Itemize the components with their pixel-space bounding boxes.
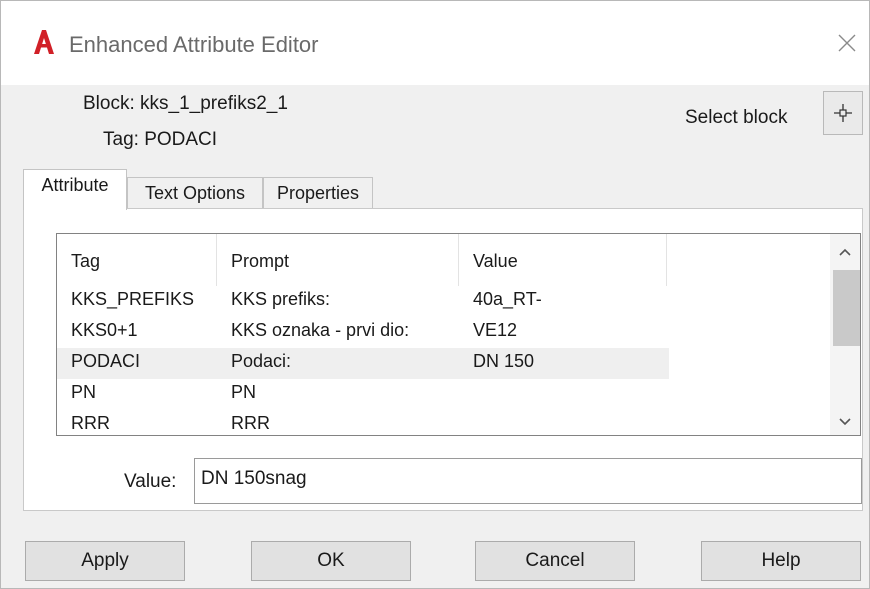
list-row[interactable]: KKS0+1 KKS oznaka - prvi dio: VE12 [57,317,669,348]
block-label: Block: [83,93,135,114]
row-prompt: PN [231,382,257,402]
close-button[interactable] [829,23,865,63]
list-row[interactable]: RRR RRR [57,410,669,435]
value-input[interactable]: DN 150snag [194,458,862,504]
list-row[interactable]: PN PN [57,379,669,410]
crosshair-pick-icon [834,104,852,122]
cancel-button[interactable]: Cancel [475,541,635,581]
tab-attribute[interactable]: Attribute [23,169,127,210]
tag-info: Tag: PODACI [103,129,217,151]
scroll-down-button[interactable] [830,410,860,434]
row-prompt: KKS prefiks: [231,289,331,309]
column-header-prompt[interactable]: Prompt [217,234,459,286]
row-tag: RRR [71,413,110,433]
block-name: kks_1_prefiks2_1 [140,93,288,114]
close-icon [838,34,856,52]
row-prompt: Podaci: [231,351,292,371]
list-header: Tag Prompt Value [57,234,677,286]
tab-properties[interactable]: Properties [263,177,373,209]
row-tag: KKS_PREFIKS [71,289,195,309]
scrollbar-thumb[interactable] [833,270,860,346]
row-prompt: RRR [231,413,270,433]
block-info: Block: kks_1_prefiks2_1 [83,93,288,115]
enhanced-attribute-editor-dialog: Enhanced Attribute Editor Block: kks_1_p… [0,0,870,589]
apply-button[interactable]: Apply [25,541,185,581]
autocad-a-icon [34,30,54,54]
value-field-label: Value: [124,471,177,492]
attribute-panel: Tag Prompt Value KKS_PREFIKS KKS prefiks… [23,208,863,511]
chevron-down-icon [839,418,851,426]
row-tag: PODACI [71,351,141,371]
tag-label: Tag: [103,129,139,150]
chevron-up-icon [839,248,851,256]
column-header-tag[interactable]: Tag [57,234,217,286]
tab-text-options[interactable]: Text Options [127,177,263,209]
title-bar: Enhanced Attribute Editor [1,1,869,85]
attribute-list[interactable]: Tag Prompt Value KKS_PREFIKS KKS prefiks… [56,233,861,436]
help-button[interactable]: Help [701,541,861,581]
select-block-button[interactable] [823,91,863,135]
row-tag: KKS0+1 [71,320,138,340]
tag-name: PODACI [144,129,218,150]
select-block-label: Select block [685,107,788,128]
row-value: DN 150 [473,351,535,371]
row-value: VE12 [473,320,518,340]
vertical-scrollbar[interactable] [830,234,860,435]
ok-button[interactable]: OK [251,541,411,581]
scroll-up-button[interactable] [830,240,860,264]
window-title: Enhanced Attribute Editor [69,32,319,57]
row-value: 40a_RT- [473,289,542,309]
row-tag: PN [71,382,97,402]
list-row[interactable]: KKS_PREFIKS KKS prefiks: 40a_RT- [57,286,669,317]
row-prompt: KKS oznaka - prvi dio: [231,320,410,340]
list-row-selected[interactable]: PODACI Podaci: DN 150 [57,348,669,379]
column-header-value[interactable]: Value [459,234,667,286]
